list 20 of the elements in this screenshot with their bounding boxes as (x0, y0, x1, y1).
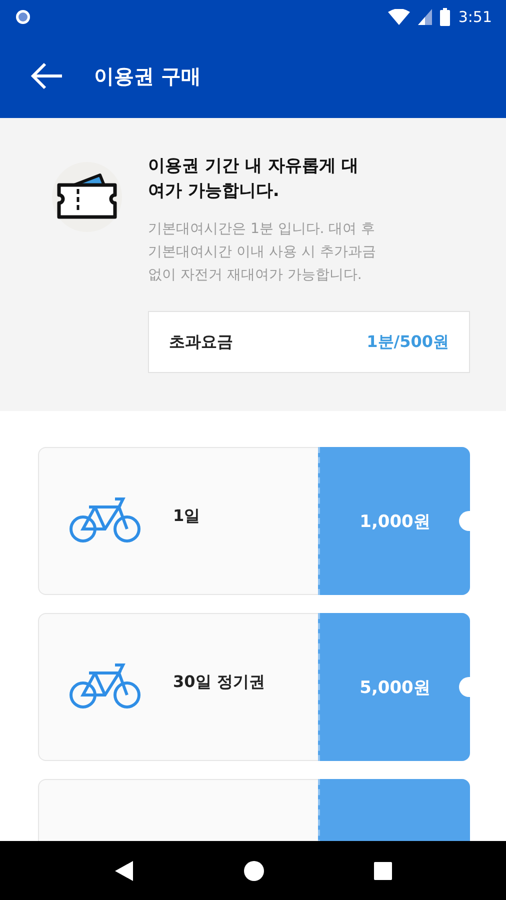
pass-name: 1일 (173, 506, 200, 526)
page-title: 이용권 구매 (94, 62, 201, 90)
pass-name: 30일 정기권 (173, 672, 265, 692)
info-heading: 이용권 기간 내 자유롭게 대여가 가능합니다. (148, 155, 360, 203)
battery-icon (440, 8, 450, 26)
home-nav-button[interactable] (242, 860, 265, 882)
back-nav-button[interactable] (114, 860, 134, 882)
recents-nav-button[interactable] (374, 862, 392, 880)
pass-card[interactable]: 30일 정기권 (38, 613, 318, 761)
notification-dot-icon (14, 8, 32, 26)
fee-value: 1분/500원 (366, 332, 449, 352)
signal-icon (418, 9, 432, 25)
pass-card[interactable]: 1일 (38, 447, 318, 595)
fee-label: 초과요금 (169, 332, 233, 352)
bicycle-icon (69, 497, 141, 545)
back-button[interactable] (30, 62, 64, 90)
clock-time: 3:51 (458, 8, 492, 26)
bicycle-icon (69, 663, 141, 711)
wifi-icon (388, 9, 410, 25)
info-description: 기본대여시간은 1분 입니다. 대여 후 기본대여시간 이내 사용 시 추가과금 없이 자전거 재대여가 가능합니다. (148, 220, 377, 285)
